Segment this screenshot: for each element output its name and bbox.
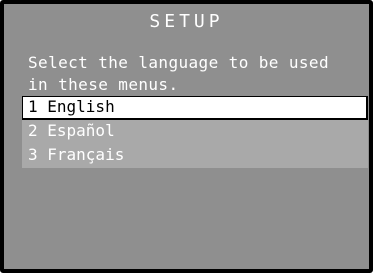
menu-item-francais[interactable]: 3 Français [22, 144, 368, 168]
instructions-text: Select the language to be used in these … [28, 52, 368, 96]
menu-item-english[interactable]: 1 English [22, 96, 368, 120]
setup-screen: SETUP Select the language to be used in … [0, 0, 373, 273]
instructions-line-2: in these menus. [28, 75, 179, 94]
page-title: SETUP [149, 11, 224, 32]
menu-item-espanol[interactable]: 2 Español [22, 120, 368, 144]
language-menu: 1 English 2 Español 3 Français [22, 96, 368, 168]
instructions-line-1: Select the language to be used [28, 53, 329, 72]
